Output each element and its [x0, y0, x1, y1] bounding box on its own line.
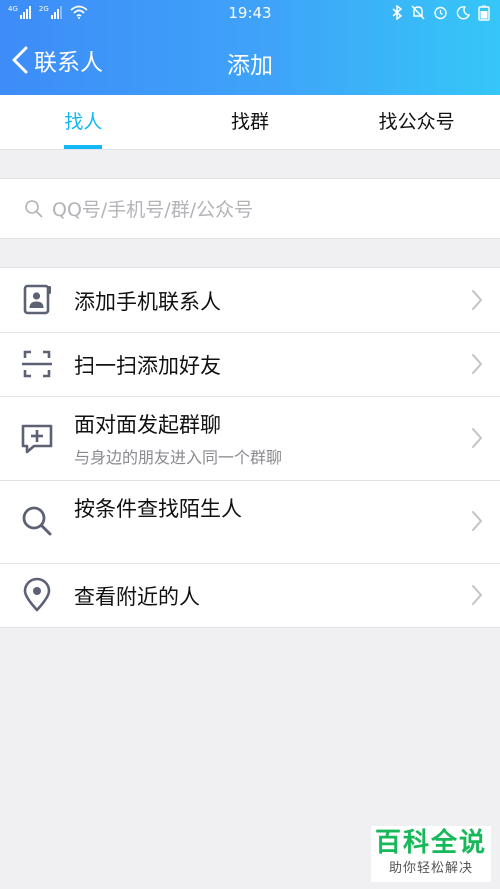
find-strangers-item[interactable]: 按条件查找陌生人 — [0, 480, 500, 563]
add-phone-contacts-item[interactable]: 添加手机联系人 — [0, 268, 500, 332]
back-label: 联系人 — [34, 50, 103, 76]
watermark-logo: 百科全说 助你轻松解决 — [371, 826, 491, 882]
nearby-people-item[interactable]: 查看附近的人 — [0, 563, 500, 627]
chevron-right-icon — [472, 511, 482, 531]
search-placeholder: QQ号/手机号/群/公众号 — [52, 199, 254, 221]
status-bar: 4G 2G 19:43 — [0, 0, 500, 26]
tab-find-groups[interactable]: 找群 — [167, 95, 334, 149]
location-pin-icon — [18, 576, 56, 614]
face-to-face-group-item[interactable]: 面对面发起群聊 与身边的朋友进入同一个群聊 — [0, 396, 500, 480]
status-right — [391, 5, 490, 21]
tab-find-official-accounts[interactable]: 找公众号 — [333, 95, 500, 149]
contact-card-icon — [18, 281, 56, 319]
scan-icon — [18, 345, 56, 383]
chevron-right-icon — [472, 290, 482, 310]
scan-add-friend-item[interactable]: 扫一扫添加好友 — [0, 332, 500, 396]
add-options-list: 添加手机联系人 扫一扫添加好友 面对面发起群聊 与身边的朋友进入同一个群聊 按条… — [0, 267, 500, 628]
nav-bar: 联系人 添加 — [0, 36, 500, 86]
search-input[interactable]: QQ号/手机号/群/公众号 — [0, 178, 500, 239]
battery-icon — [478, 5, 490, 21]
alarm-clock-icon — [434, 6, 447, 20]
moon-icon — [456, 6, 470, 20]
item-title: 面对面发起群聊 — [74, 413, 221, 437]
item-subtitle: 与身边的朋友进入同一个群聊 — [74, 448, 283, 467]
back-button[interactable]: 联系人 — [8, 40, 103, 80]
item-title: 查看附近的人 — [74, 585, 200, 609]
watermark-main: 百科全说 — [374, 828, 487, 858]
bluetooth-icon — [392, 5, 403, 20]
chevron-right-icon — [472, 354, 482, 374]
chevron-left-icon — [12, 46, 28, 74]
item-title: 按条件查找陌生人 — [74, 497, 242, 521]
item-title: 添加手机联系人 — [74, 290, 221, 314]
chevron-right-icon — [472, 585, 482, 605]
tab-find-people[interactable]: 找人 — [0, 95, 167, 149]
tab-bar: 找人 找群 找公众号 — [0, 95, 500, 150]
chevron-right-icon — [472, 428, 482, 448]
chat-add-icon — [18, 419, 56, 457]
watermark-sub: 助你轻松解决 — [388, 861, 473, 876]
app-header: 4G 2G 19:43 联系人 添加 — [0, 0, 500, 95]
item-title: 扫一扫添加好友 — [74, 354, 221, 378]
search-icon — [25, 199, 43, 217]
search-icon — [18, 502, 56, 540]
silent-bell-icon — [411, 5, 425, 20]
